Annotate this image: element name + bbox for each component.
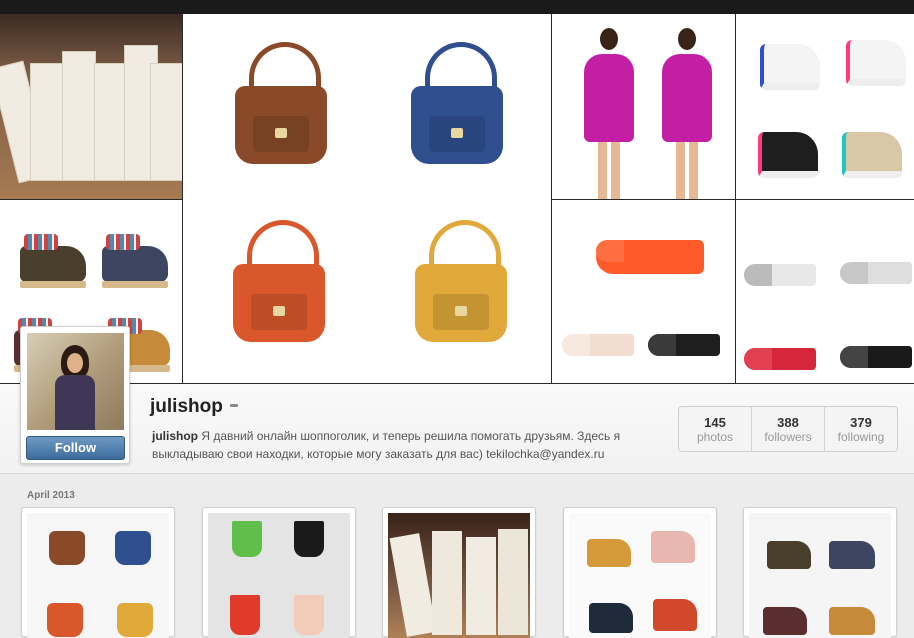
feed-photo[interactable] bbox=[388, 513, 530, 638]
top-bar bbox=[0, 0, 914, 14]
feed-photo-card[interactable] bbox=[202, 507, 356, 638]
avatar-card: Follow bbox=[20, 326, 130, 464]
mosaic-photo-orange-flats[interactable] bbox=[552, 200, 736, 384]
mosaic-photo-handbags[interactable] bbox=[183, 14, 552, 384]
stat-label: photos bbox=[696, 430, 734, 444]
stat-value: 379 bbox=[850, 415, 872, 430]
profile-stats: 145 photos 388 followers 379 following bbox=[678, 406, 898, 452]
profile-bio: julishop Я давний онлайн шоппоголик, и т… bbox=[152, 427, 662, 463]
feed-photo-card[interactable] bbox=[382, 507, 536, 638]
stat-following[interactable]: 379 following bbox=[825, 407, 897, 451]
stat-value: 388 bbox=[777, 415, 799, 430]
mosaic-photo-dress[interactable] bbox=[552, 14, 736, 200]
mosaic-photo-shopping-bags[interactable] bbox=[0, 14, 183, 200]
feed-photo-card[interactable] bbox=[563, 507, 717, 638]
stat-followers[interactable]: 388 followers bbox=[752, 407, 825, 451]
feed-photo-card[interactable] bbox=[743, 507, 897, 638]
username[interactable]: julishop bbox=[150, 396, 223, 418]
feed-photo[interactable] bbox=[749, 513, 891, 638]
stat-label: followers bbox=[764, 430, 812, 444]
verified-icon bbox=[230, 404, 238, 407]
feed-photo[interactable] bbox=[27, 513, 169, 638]
avatar[interactable] bbox=[27, 333, 124, 430]
mosaic-photo-sneakers[interactable] bbox=[736, 14, 914, 200]
feed-photo-card[interactable] bbox=[21, 507, 175, 638]
header-mosaic bbox=[0, 14, 914, 384]
month-label: April 2013 bbox=[27, 490, 75, 501]
follow-button[interactable]: Follow bbox=[26, 436, 125, 460]
feed-photo[interactable] bbox=[569, 513, 711, 638]
stat-label: following bbox=[837, 430, 885, 444]
mosaic-photo-ballet-flats[interactable] bbox=[736, 200, 914, 384]
stat-photos[interactable]: 145 photos bbox=[679, 407, 752, 451]
stat-value: 145 bbox=[704, 415, 726, 430]
bio-username[interactable]: julishop bbox=[152, 429, 198, 443]
bio-text: Я давний онлайн шоппоголик, и теперь реш… bbox=[152, 429, 621, 461]
feed-photo[interactable] bbox=[208, 513, 350, 638]
